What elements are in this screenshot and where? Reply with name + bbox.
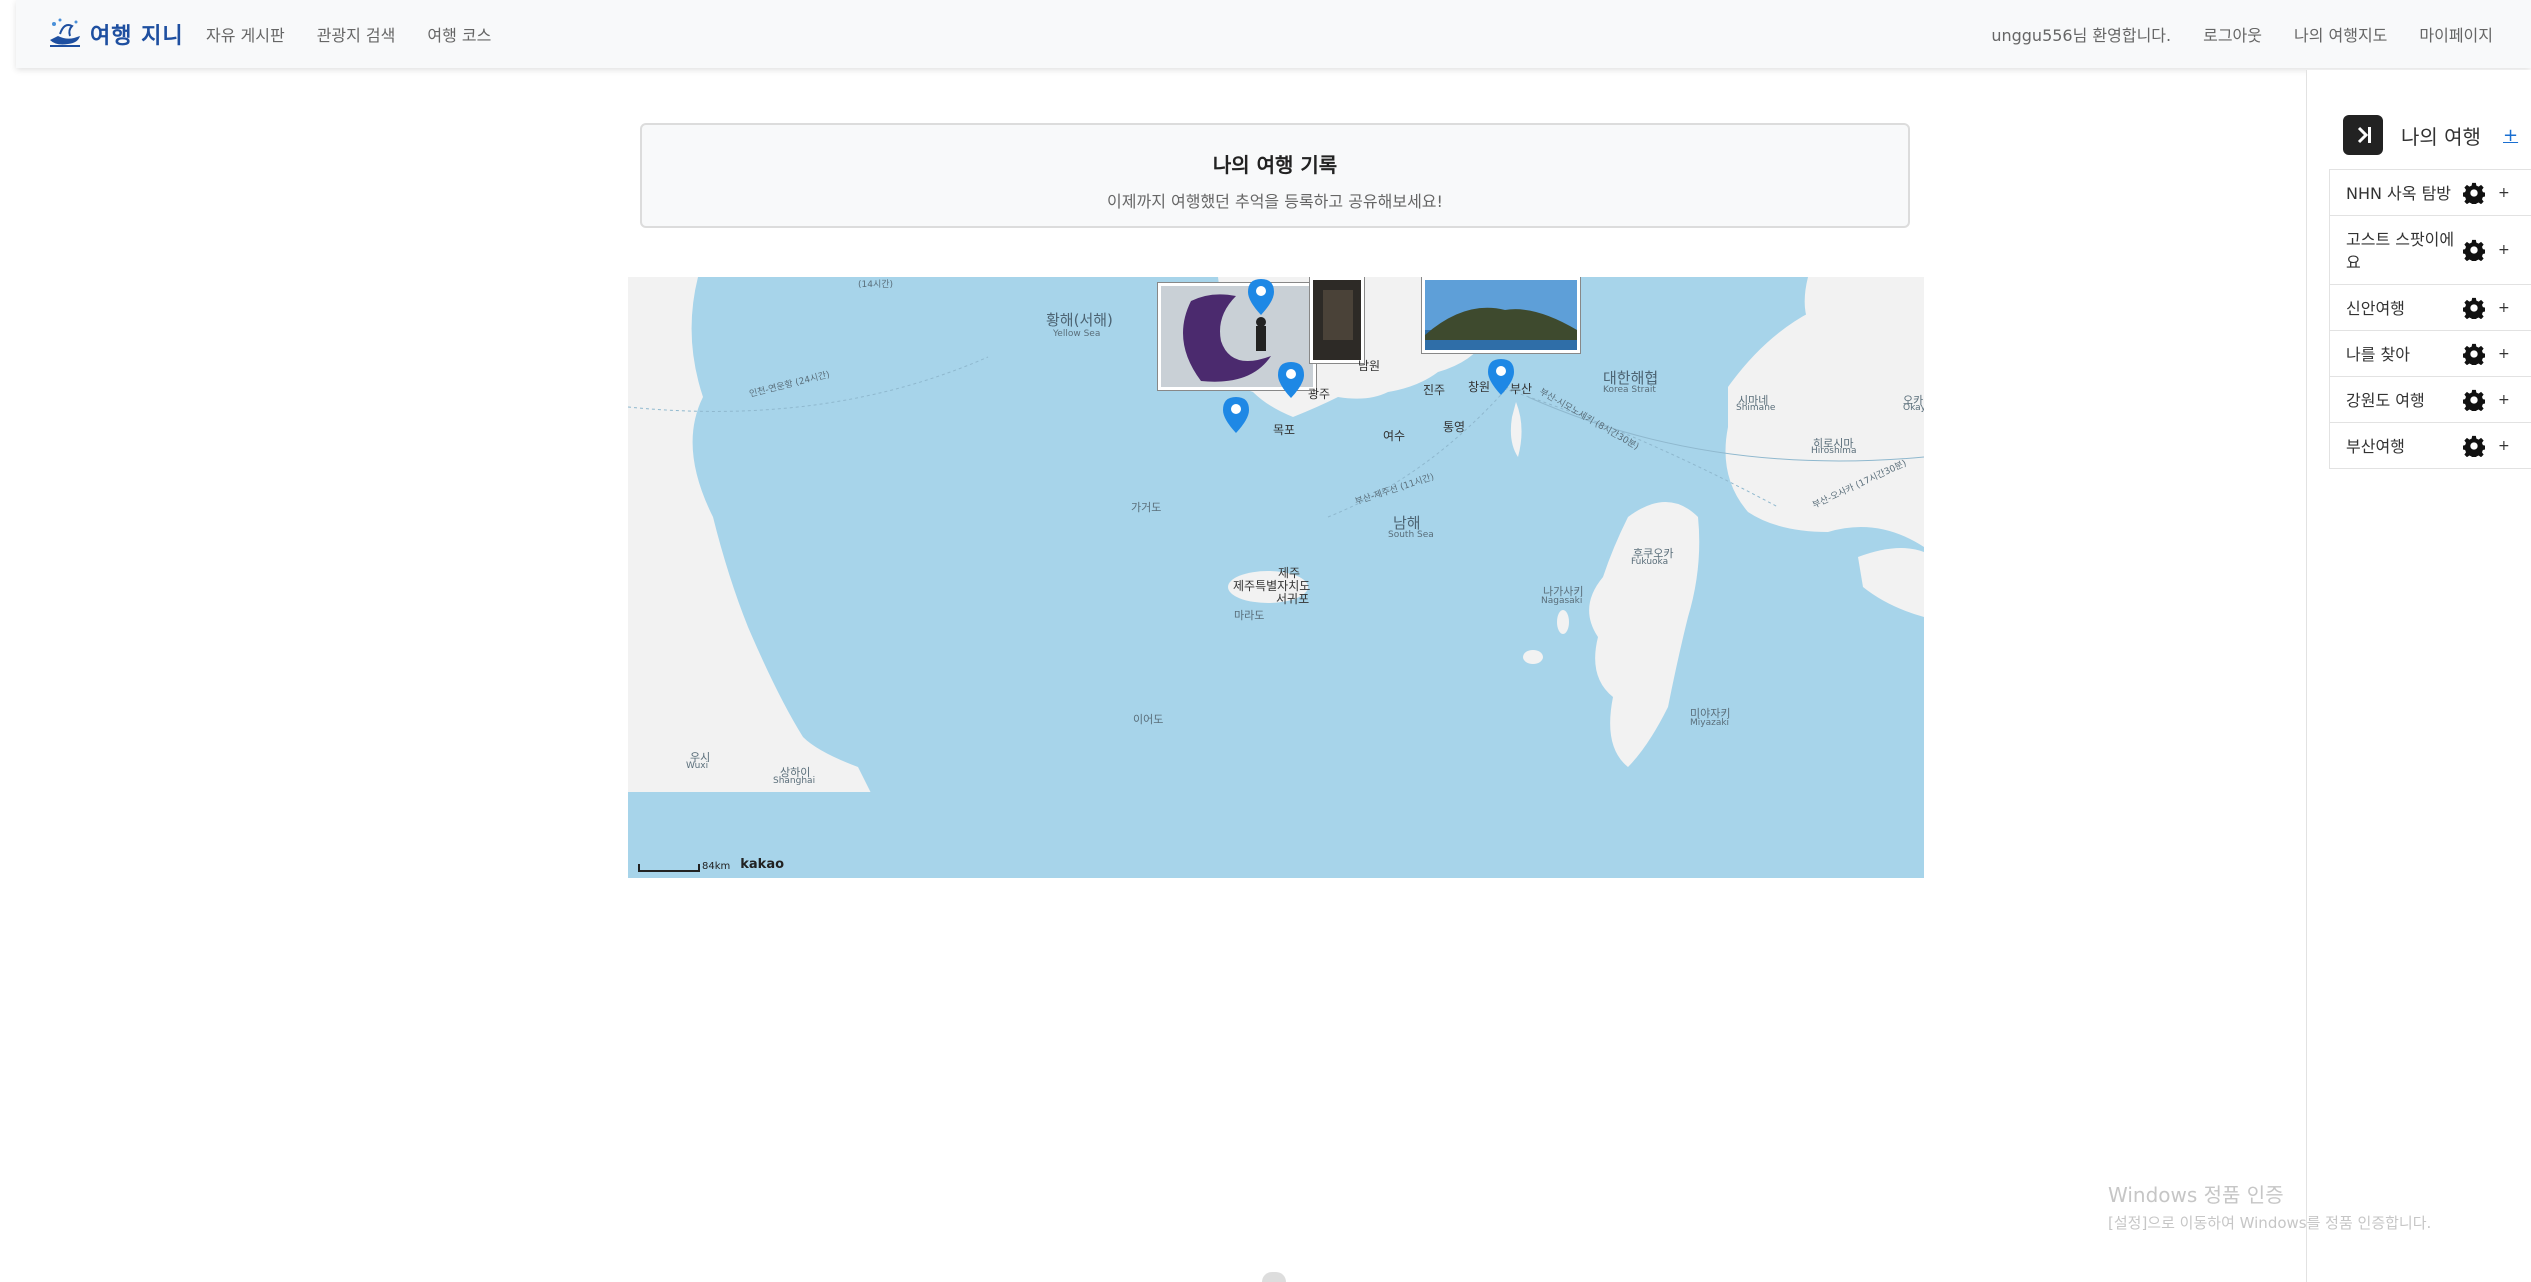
trip-list: NHN 사옥 탐방 + 고스트 스팟이에요 + 신안여행 + 나를 찾아 + 강… [2329,169,2531,469]
map-label: 서귀포 [1276,592,1310,606]
nav-travel-course-link[interactable]: 여행 코스 [427,22,491,46]
brand-logo[interactable]: 여행 지니 [46,14,184,54]
trip-item[interactable]: 부산여행 + [2329,422,2531,469]
map-label: Shimane [1736,403,1776,413]
travel-map[interactable]: 황해(서해) Yellow Sea 대한해협 Korea Strait 남해 S… [628,277,1924,878]
map-label: Shanghai [773,776,816,786]
trip-item[interactable]: 고스트 스팟이에요 + [2329,215,2531,284]
add-to-trip-button[interactable]: + [2498,435,2510,458]
map-label: 이어도 [1133,713,1164,726]
map-marker-icon[interactable] [1278,362,1304,398]
map-label: Nagasaki [1541,596,1583,606]
kakao-attribution[interactable]: kakao [740,857,784,872]
logout-link[interactable]: 로그아웃 [2203,22,2262,46]
add-to-trip-button[interactable]: + [2498,297,2510,320]
map-label: Okay [1903,403,1924,413]
map-label: 남원 [1358,359,1381,373]
add-to-trip-button[interactable]: + [2498,239,2510,262]
page-title: 나의 여행 기록 [1212,153,1338,177]
dark-photo [1313,280,1361,360]
trip-name: 나를 찾아 [2346,345,2410,364]
add-to-trip-button[interactable]: + [2498,389,2510,412]
mypage-link[interactable]: 마이페이지 [2419,22,2493,46]
map-label: Fukuoka [1631,557,1669,567]
trip-name: 고스트 스팟이에요 [2346,230,2455,272]
travel-record-header: 나의 여행 기록 이제까지 여행했던 추억을 등록하고 공유해보세요! [640,123,1910,228]
map-marker-icon[interactable] [1223,397,1249,433]
trip-item[interactable]: 강원도 여행 + [2329,376,2531,422]
map-route-label: (14시간) [858,280,894,290]
map-label: Hiroshima [1811,446,1857,456]
trip-name: 부산여행 [2346,437,2405,456]
map-label: 통영 [1443,420,1466,434]
map-label: Wuxi [686,761,709,771]
travel-photo-thumbnail[interactable] [1310,277,1364,363]
map-label: 부산 [1510,382,1533,396]
map-label: Korea Strait [1603,385,1656,395]
map-label: 광주 [1308,387,1331,401]
gear-icon[interactable] [2463,435,2485,457]
add-trip-button[interactable]: + [2503,125,2518,146]
welcome-text: unggu556님 환영합니다. [1991,26,2172,45]
trip-name: 강원도 여행 [2346,391,2425,410]
nav-attraction-search-link[interactable]: 관광지 검색 [317,22,396,46]
page-subtitle: 이제까지 여행했던 추억을 등록하고 공유해보세요! [1107,192,1443,211]
scroll-indicator [1262,1272,1286,1282]
map-marker-icon[interactable] [1248,279,1274,315]
island-photo [1425,280,1577,350]
my-travel-map-link[interactable]: 나의 여행지도 [2294,22,2387,46]
gear-icon[interactable] [2463,297,2485,319]
gear-icon[interactable] [2463,182,2485,204]
map-scale: 84km kakao [638,857,784,872]
my-trips-sidebar: 나의 여행 + NHN 사옥 탐방 + 고스트 스팟이에요 + 신안여행 + 나… [2306,70,2531,1282]
nav-right-menu: unggu556님 환영합니다. 로그아웃 나의 여행지도 마이페이지 [1991,0,2493,68]
windows-activation-watermark: Windows 정품 인증 [설정]으로 이동하여 Windows를 정품 인증… [2108,1179,2431,1233]
scale-bar [638,864,700,872]
map-label: 마라도 [1234,609,1265,622]
watermark-title: Windows 정품 인증 [2108,1183,2284,1207]
travel-photo-thumbnail[interactable] [1422,277,1580,353]
map-label: 진주 [1423,383,1446,397]
trip-name: NHN 사옥 탐방 [2346,184,2452,203]
nav-free-board-link[interactable]: 자유 게시판 [206,22,285,46]
add-to-trip-button[interactable]: + [2498,343,2510,366]
gear-icon[interactable] [2463,389,2485,411]
top-navbar: 여행 지니 자유 게시판 관광지 검색 여행 코스 unggu556님 환영합니… [16,0,2531,68]
gear-icon[interactable] [2463,343,2485,365]
sidebar-title: 나의 여행 [2401,124,2481,149]
chevron-right-icon [2357,126,2371,144]
map-label: Miyazaki [1690,718,1730,728]
nav-left-menu: 자유 게시판 관광지 검색 여행 코스 [206,0,491,68]
sidebar-header: 나의 여행 [2343,115,2481,155]
sidebar-toggle-button[interactable] [2343,115,2383,155]
map-label: 목포 [1273,423,1296,437]
map-label: South Sea [1388,530,1434,540]
map-label: Yellow Sea [1053,329,1101,339]
map-label: 여수 [1383,429,1406,443]
brand-text: 여행 지니 [90,24,184,49]
map-label: 창원 [1468,380,1491,394]
gear-icon[interactable] [2463,239,2485,261]
trip-item[interactable]: 신안여행 + [2329,284,2531,330]
trip-item[interactable]: 나를 찾아 + [2329,330,2531,376]
genie-lamp-icon [50,18,80,47]
scale-text: 84km [702,861,731,872]
map-label: 가거도 [1131,501,1162,514]
map-label: 황해(서해) [1046,311,1113,329]
add-to-trip-button[interactable]: + [2498,182,2510,205]
trip-item[interactable]: NHN 사옥 탐방 + [2329,169,2531,215]
trip-name: 신안여행 [2346,299,2405,318]
watermark-subtitle: [설정]으로 이동하여 Windows를 정품 인증합니다. [2108,1214,2432,1232]
